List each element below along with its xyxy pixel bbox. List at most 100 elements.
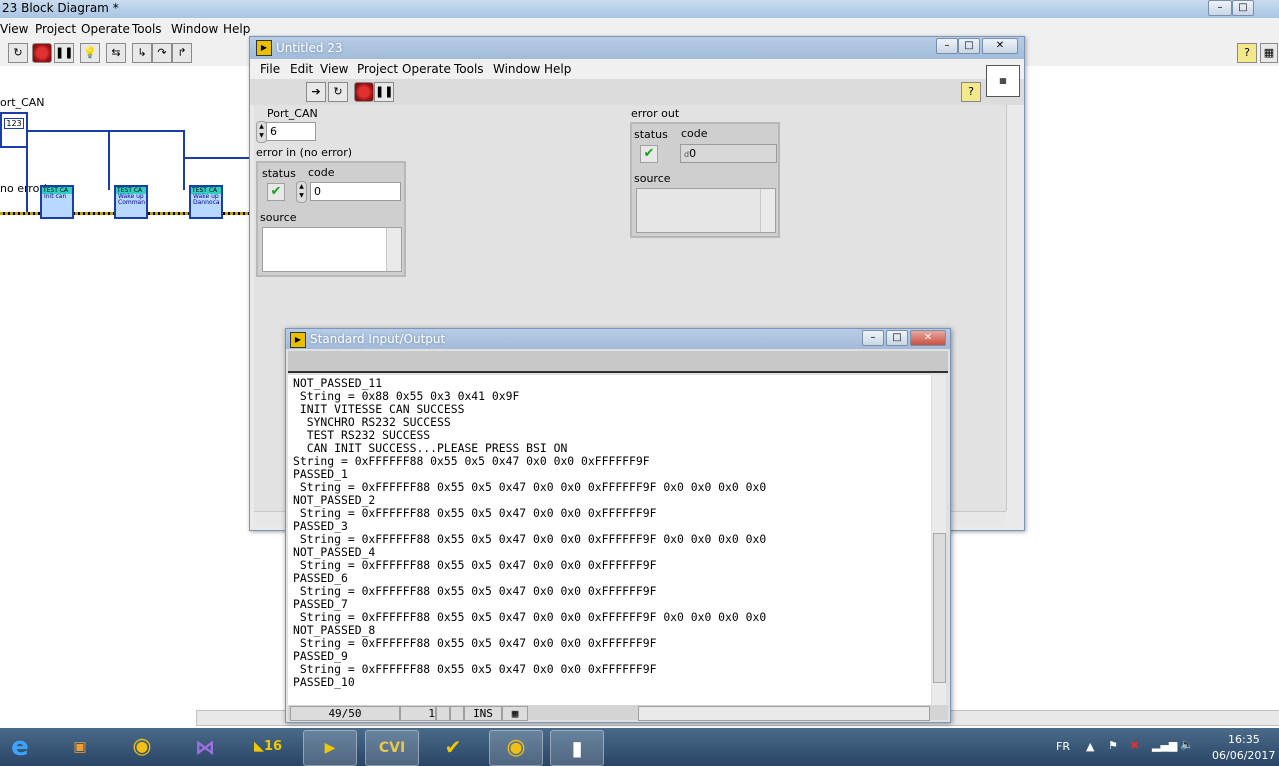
menu-view[interactable]: View xyxy=(0,22,28,36)
status-checkmark-icon: ✔ xyxy=(640,145,658,163)
source-scrollbar[interactable] xyxy=(386,228,401,271)
network-error-icon[interactable]: ✖ xyxy=(1130,739,1139,752)
chrome-icon[interactable]: ◉ xyxy=(489,730,543,766)
help-icon[interactable]: ? xyxy=(1237,43,1257,63)
maximize-button[interactable]: □ xyxy=(1232,0,1254,16)
stdio-line: String = 0xFFFFFF88 0x55 0x5 0x47 0x0 0x… xyxy=(293,610,767,624)
menu-tools[interactable]: Tools xyxy=(132,22,162,36)
abort-icon[interactable] xyxy=(32,43,52,63)
abort-icon[interactable] xyxy=(354,82,374,102)
wire[interactable] xyxy=(183,157,249,159)
status-checkmark-icon[interactable]: ✔ xyxy=(267,183,285,201)
language-indicator[interactable]: FR xyxy=(1056,740,1070,753)
menu-edit[interactable]: Edit xyxy=(290,62,313,76)
pause-icon[interactable]: ❚❚ xyxy=(374,82,394,102)
ie-icon[interactable]: e xyxy=(0,730,46,764)
stdio-titlebar[interactable]: ▶ Standard Input/Output – □ ✕ xyxy=(286,329,950,349)
close-button[interactable]: ✕ xyxy=(982,38,1018,54)
source-label: source xyxy=(634,172,671,185)
source-scrollbar[interactable] xyxy=(760,189,775,232)
block-diagram-titlebar[interactable]: 23 Block Diagram * – □ xyxy=(0,0,1279,18)
menu-tools[interactable]: Tools xyxy=(454,62,484,76)
error-out-code-indicator: d0 xyxy=(680,144,777,163)
cvi-label: CVI xyxy=(378,740,406,756)
retain-wire-values-icon[interactable]: ⇆ xyxy=(106,43,126,63)
status-cell xyxy=(436,706,450,721)
stdio-line: String = 0xFFFFFF88 0x55 0x5 0x47 0x0 0x… xyxy=(293,558,657,572)
labview-vi-icon[interactable]: ▶ xyxy=(303,730,357,766)
port-can-label: Port_CAN xyxy=(267,107,318,120)
menu-file[interactable]: File xyxy=(260,62,280,76)
labview-2016-icon[interactable]: ◣16 xyxy=(242,730,294,764)
vi-icon[interactable]: ▦ xyxy=(1260,43,1278,63)
run-continuously-icon[interactable]: ↻ xyxy=(328,82,348,102)
help-icon[interactable]: ? xyxy=(961,82,981,102)
maximize-button[interactable]: □ xyxy=(958,38,980,54)
run-icon[interactable]: ➔ xyxy=(306,82,326,102)
close-button[interactable]: ✕ xyxy=(910,330,946,346)
clock-time[interactable]: 16:35 xyxy=(1228,733,1260,746)
menu-operate[interactable]: Operate xyxy=(402,62,451,76)
error-out-source-field xyxy=(636,188,776,233)
error-in-source-field[interactable] xyxy=(262,227,402,272)
wire[interactable] xyxy=(26,130,184,132)
wire[interactable] xyxy=(183,130,185,190)
menu-project[interactable]: Project xyxy=(357,62,398,76)
scrollbar-thumb[interactable] xyxy=(933,533,946,683)
stdio-line: String = 0xFFFFFF88 0x55 0x5 0x47 0x0 0x… xyxy=(293,584,657,598)
minimize-button[interactable]: – xyxy=(936,38,958,54)
menu-operate[interactable]: Operate xyxy=(81,22,130,36)
subvi-wake-up-dannoca[interactable]: TEST CA Wake up Dannoca xyxy=(189,185,223,219)
minimize-button[interactable]: – xyxy=(862,330,884,346)
error-out-label: error out xyxy=(631,107,680,120)
wire[interactable] xyxy=(26,130,28,212)
show-hidden-icons-icon[interactable]: ▲ xyxy=(1086,740,1094,753)
editor-icon[interactable]: ▮ xyxy=(550,730,604,766)
cvi-icon[interactable]: CVI xyxy=(365,730,419,766)
visual-studio-icon[interactable]: ⋈ xyxy=(179,730,231,764)
highlight-execution-icon[interactable]: 💡 xyxy=(80,43,100,63)
step-over-icon[interactable]: ↷ xyxy=(152,43,172,63)
stdio-toolbar xyxy=(288,351,948,373)
stdio-vscrollbar[interactable] xyxy=(932,375,946,705)
vi-icon[interactable]: ▦ xyxy=(986,65,1020,97)
minimize-button[interactable]: – xyxy=(1208,0,1232,16)
pause-icon[interactable]: ❚❚ xyxy=(54,43,74,63)
front-panel-titlebar[interactable]: ▶ Untitled 23 – □ ✕ xyxy=(250,37,1024,59)
signal-icon[interactable]: ▂▄▆ xyxy=(1152,739,1177,752)
volume-icon[interactable]: 🔈 xyxy=(1180,738,1194,751)
error-in-label: error in (no error) xyxy=(256,146,353,159)
menu-window[interactable]: Window xyxy=(493,62,540,76)
insert-mode-indicator: INS xyxy=(464,706,502,721)
flag-icon[interactable]: ⚑ xyxy=(1108,739,1118,752)
step-out-icon[interactable]: ↱ xyxy=(172,43,192,63)
menu-help[interactable]: Help xyxy=(544,62,571,76)
code-increment-icon[interactable]: ▲ ▼ xyxy=(296,181,307,203)
subvi-init-can[interactable]: TEST CA Init can xyxy=(40,185,74,219)
menu-view[interactable]: View xyxy=(320,62,348,76)
port-can-input[interactable]: 6 xyxy=(266,122,316,141)
front-panel-vscrollbar[interactable] xyxy=(1006,105,1021,511)
status-label: status xyxy=(262,167,296,180)
subvi-wake-up-command[interactable]: TEST CA Wake up Comman xyxy=(114,185,148,219)
chrome-icon[interactable]: ◉ xyxy=(116,730,168,764)
wire[interactable] xyxy=(108,130,110,190)
maximize-button[interactable]: □ xyxy=(886,330,908,346)
port-can-terminal[interactable]: 123 xyxy=(0,112,28,148)
teststand-icon[interactable]: ✔ xyxy=(427,730,479,764)
error-in-code-input[interactable]: 0 xyxy=(310,182,401,201)
run-continuously-icon[interactable]: ↻ xyxy=(8,43,28,63)
menu-window[interactable]: Window xyxy=(171,22,218,36)
media-icon[interactable]: ▣ xyxy=(54,730,106,764)
stdio-statusbar: 49/50 1 INS ▦ xyxy=(288,705,948,721)
port-can-label: ort_CAN xyxy=(0,96,45,109)
clock-date[interactable]: 06/06/2017 xyxy=(1212,749,1275,762)
step-into-icon[interactable]: ↳ xyxy=(132,43,152,63)
menu-project[interactable]: Project xyxy=(35,22,76,36)
windows-taskbar: e ▣ ◉ ⋈ ◣16 ▶ CVI ✔ ◉ ▮ FR ▲ ⚑ ✖ ▂▄▆ 🔈 1… xyxy=(0,728,1279,766)
menu-help[interactable]: Help xyxy=(223,22,250,36)
stdio-output[interactable]: NOT_PASSED_11 String = 0x88 0x55 0x3 0x4… xyxy=(288,375,931,705)
stdio-hscrollbar[interactable] xyxy=(638,706,930,721)
stdio-line: String = 0xFFFFFF88 0x55 0x5 0x47 0x0 0x… xyxy=(293,662,657,676)
source-label: source xyxy=(260,211,297,224)
